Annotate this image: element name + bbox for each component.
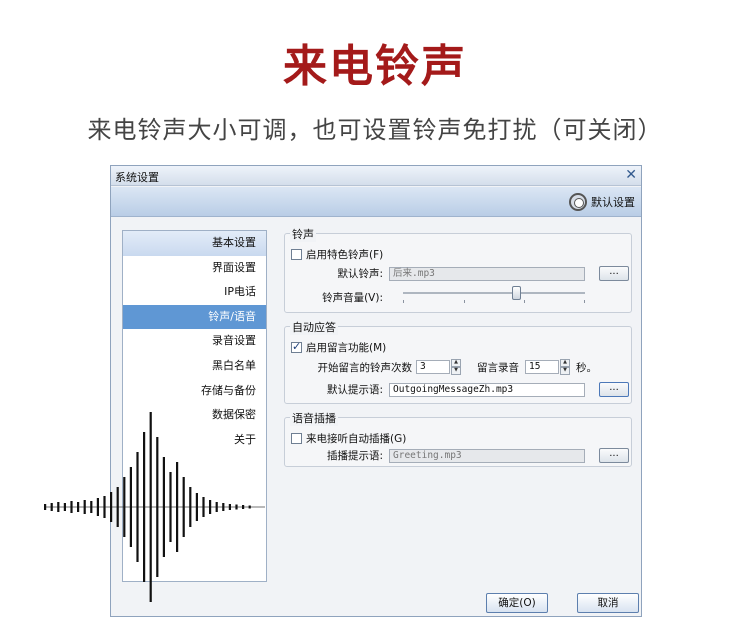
close-icon[interactable]: ✕ <box>625 167 637 183</box>
record-label: 留言录音 <box>477 361 519 374</box>
wave-bar <box>129 467 132 547</box>
wave-bar <box>149 412 152 602</box>
wave-bar <box>90 501 93 513</box>
nav-item-interface[interactable]: 界面设置 <box>123 256 266 281</box>
wave-bar <box>242 505 245 509</box>
gear-icon <box>569 193 587 211</box>
default-ring-field[interactable]: 后来.mp3 <box>389 266 585 281</box>
message-checkbox[interactable] <box>291 340 302 353</box>
record-field[interactable]: 15 <box>525 360 559 374</box>
prompt-field[interactable]: OutgoingMessageZh.mp3 <box>389 382 585 397</box>
wave-bar <box>169 472 172 542</box>
prompt-browse-button[interactable]: ... <box>599 382 629 397</box>
prompt-label: 默认提示语: <box>326 384 383 396</box>
window-titlebar: 系统设置 ✕ <box>111 166 641 186</box>
auto-answer-group-title: 自动应答 <box>290 319 338 335</box>
start-rings-field[interactable]: 3 <box>416 360 450 374</box>
nav-item-ip-phone[interactable]: IP电话 <box>123 280 266 305</box>
default-ring-browse-button[interactable]: ... <box>599 266 629 281</box>
page-subtitle: 来电铃声大小可调，也可设置铃声免打扰（可关闭） <box>87 116 663 144</box>
voice-insert-group-title: 语音插播 <box>290 410 338 426</box>
sound-wave-graphic <box>44 412 265 602</box>
wave-bar <box>195 493 198 521</box>
start-rings-label: 开始留言的铃声次数 <box>317 361 413 374</box>
wave-bar <box>228 504 231 510</box>
insert-prompt-field[interactable]: Greeting.mp3 <box>389 448 585 463</box>
default-settings-button[interactable]: 默认设置 <box>569 192 635 212</box>
wave-bar <box>222 503 225 511</box>
wave-bar <box>116 487 119 527</box>
special-ringtone-label: 启用特色铃声(F) <box>306 249 384 261</box>
wave-bar <box>103 496 106 518</box>
wave-bar <box>50 503 53 511</box>
wave-bar <box>83 500 86 514</box>
default-ring-label: 默认铃声: <box>337 268 383 280</box>
default-settings-label: 默认设置 <box>591 196 635 209</box>
insert-prompt-browse-button[interactable]: ... <box>599 448 629 463</box>
cancel-button[interactable]: 取消 <box>577 593 639 613</box>
wave-bar <box>176 462 179 552</box>
nav-item-ringtone-voice[interactable]: 铃声/语音 <box>123 304 266 330</box>
wave-bar <box>156 437 159 577</box>
wave-bar <box>77 502 80 512</box>
wave-bar <box>248 505 251 509</box>
volume-label: 铃声音量(V): <box>322 292 383 304</box>
auto-insert-label: 来电接听自动插播(G) <box>306 433 407 445</box>
wave-bar <box>143 432 146 582</box>
nav-item-basic[interactable]: 基本设置 <box>123 231 266 256</box>
volume-slider-thumb[interactable] <box>511 286 521 300</box>
message-label: 启用留言功能(M) <box>306 342 387 354</box>
nav-item-blacklist[interactable]: 黑白名单 <box>123 354 266 379</box>
wave-bar <box>189 487 192 527</box>
wave-bar <box>57 502 60 512</box>
voice-insert-group: 语音插播 来电接听自动插播(G) 插播提示语: Greeting.mp3 ... <box>284 410 632 467</box>
special-ringtone-checkbox[interactable] <box>291 249 302 260</box>
wave-bar <box>202 497 205 517</box>
nav-item-recording[interactable]: 录音设置 <box>123 329 266 354</box>
auto-answer-group: 自动应答 启用留言功能(M) 开始留言的铃声次数 3 ▲▼ 留言录音 15 ▲▼… <box>284 319 632 404</box>
wave-bar <box>136 452 139 562</box>
seconds-label: 秒。 <box>576 361 597 374</box>
ringtone-group: 铃声 启用特色铃声(F) 默认铃声: 后来.mp3 ... 铃声音量(V): <box>284 226 632 313</box>
wave-bar <box>110 492 113 522</box>
window-banner: 默认设置 <box>111 187 641 217</box>
insert-prompt-label: 插播提示语: <box>326 450 383 462</box>
wave-bar <box>215 502 218 512</box>
wave-bar <box>162 457 165 557</box>
wave-bar <box>96 498 99 516</box>
wave-bar <box>63 503 66 511</box>
ok-button[interactable]: 确定(O) <box>486 593 548 613</box>
wave-bar <box>182 477 185 537</box>
window-title: 系统设置 <box>115 171 159 184</box>
auto-insert-checkbox[interactable] <box>291 433 302 444</box>
wave-bar <box>70 501 73 513</box>
page-headline: 来电铃声 <box>283 41 467 92</box>
wave-bar <box>235 504 238 510</box>
wave-bar <box>209 500 212 514</box>
ringtone-group-title: 铃声 <box>290 226 316 242</box>
record-stepper[interactable]: ▲ ▼ <box>560 359 570 375</box>
nav-item-storage-backup[interactable]: 存储与备份 <box>123 379 266 404</box>
start-rings-stepper[interactable]: ▲ ▼ <box>451 359 461 375</box>
wave-bar <box>123 477 126 537</box>
wave-bar <box>44 504 47 510</box>
